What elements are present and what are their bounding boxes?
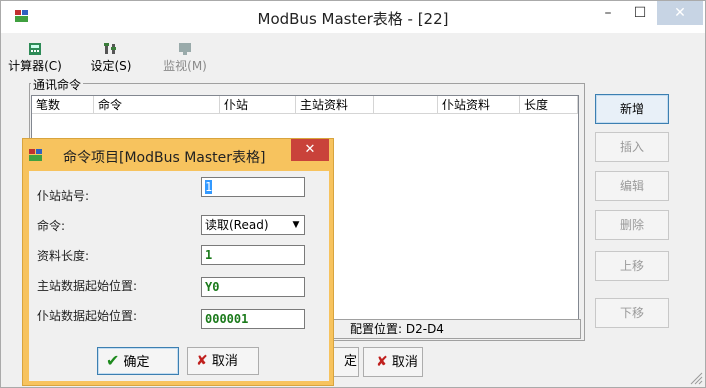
column-header-master-data[interactable]: 主站资料	[296, 96, 374, 114]
slave-start-input[interactable]: 000001	[201, 309, 305, 329]
command-select-value: 读取(Read)	[205, 218, 269, 232]
main-cancel-label: 取消	[391, 355, 418, 370]
toolbar-monitor-button[interactable]: 监视(M)	[157, 43, 213, 74]
slave-number-label: 仆站站号:	[37, 189, 90, 203]
data-length-label: 资料长度:	[37, 249, 90, 263]
column-header-count[interactable]: 笔数	[32, 96, 94, 114]
command-item-dialog: 命令项目[ModBus Master表格] ✕ 仆站站号: 1 命令: 读取(R…	[22, 138, 334, 386]
toolbar-calculator-button[interactable]: 计算器(C)	[5, 43, 65, 74]
delete-button[interactable]: 删除	[595, 210, 669, 240]
close-button[interactable]: ✕	[657, 1, 703, 25]
column-header-slave-data[interactable]: 仆站资料	[438, 96, 520, 114]
column-header-length[interactable]: 长度	[520, 96, 578, 114]
minimize-icon: –	[604, 5, 612, 21]
dialog-close-button[interactable]: ✕	[291, 139, 329, 161]
cancel-x-icon: ✘	[196, 353, 208, 369]
minimize-button[interactable]: –	[593, 1, 623, 25]
calculator-icon	[29, 43, 41, 55]
data-length-input[interactable]: 1	[201, 245, 305, 265]
toolbar-settings-button[interactable]: 设定(S)	[83, 43, 139, 74]
dialog-cancel-button[interactable]: ✘ 取消	[187, 347, 259, 375]
slave-number-value: 1	[205, 180, 213, 194]
column-header-command[interactable]: 命令	[94, 96, 220, 114]
close-icon: ✕	[304, 142, 316, 157]
add-button[interactable]: 新增	[595, 94, 669, 124]
settings-icon	[104, 43, 116, 54]
insert-button[interactable]: 插入	[595, 132, 669, 162]
edit-button[interactable]: 编辑	[595, 171, 669, 201]
dialog-ok-label: 确定	[123, 355, 150, 370]
move-down-button[interactable]: 下移	[595, 298, 669, 328]
maximize-icon: ☐	[633, 5, 647, 21]
chevron-down-icon[interactable]: ▼	[288, 216, 304, 234]
toolbar-monitor-label: 监视(M)	[163, 59, 207, 73]
dialog-title: 命令项目[ModBus Master表格]	[63, 150, 266, 166]
dialog-cancel-label: 取消	[211, 354, 238, 369]
move-up-button[interactable]: 上移	[595, 251, 669, 281]
monitor-icon	[179, 43, 191, 55]
master-start-input[interactable]: Y0	[201, 277, 305, 297]
resize-grip-icon[interactable]	[687, 369, 703, 385]
dialog-app-icon	[29, 149, 43, 161]
dialog-ok-button[interactable]: ✔ 确定	[97, 347, 179, 375]
column-header-blank[interactable]	[374, 96, 438, 114]
command-group-label: 通讯命令	[31, 78, 84, 92]
title-bar[interactable]: ModBus Master表格 - [22] – ☐ ✕	[1, 1, 705, 33]
cancel-x-icon: ✘	[376, 354, 388, 370]
toolbar-calculator-label: 计算器(C)	[8, 59, 62, 73]
column-header-slave[interactable]: 仆站	[220, 96, 296, 114]
command-label: 命令:	[37, 219, 66, 233]
slave-number-input[interactable]: 1	[201, 177, 305, 197]
dialog-body: 仆站站号: 1 命令: 读取(Read) ▼ 资料长度: 1 主站数据起始位置:…	[29, 171, 329, 381]
close-icon: ✕	[674, 5, 686, 21]
main-ok-label: 定	[344, 354, 358, 369]
toolbar: 计算器(C) 设定(S) 监视(M)	[1, 33, 705, 85]
master-start-label: 主站数据起始位置:	[37, 279, 138, 293]
check-icon: ✔	[106, 351, 120, 370]
command-select[interactable]: 读取(Read) ▼	[201, 215, 305, 235]
command-list-header: 笔数 命令 仆站 主站资料 仆站资料 长度	[32, 96, 578, 114]
config-location-status: 配置位置: D2-D4	[331, 319, 581, 339]
toolbar-settings-label: 设定(S)	[90, 59, 132, 73]
slave-start-label: 仆站数据起始位置:	[37, 309, 138, 323]
main-cancel-button[interactable]: ✘ 取消	[363, 347, 423, 377]
maximize-button[interactable]: ☐	[625, 1, 655, 25]
